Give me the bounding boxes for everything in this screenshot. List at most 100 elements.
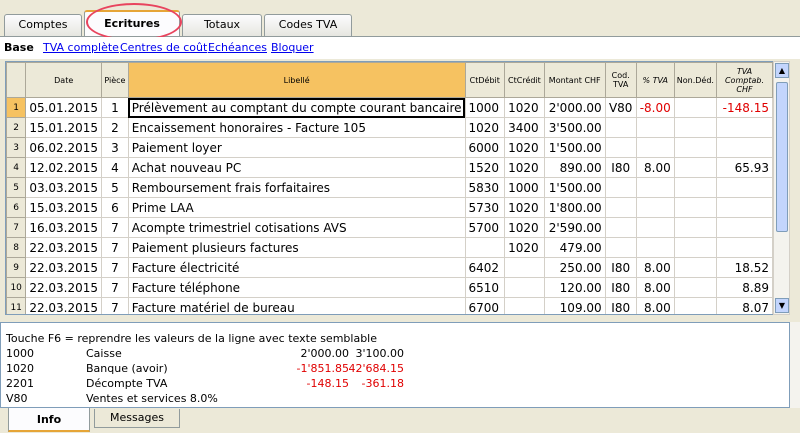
tab-codes-tva[interactable]: Codes TVA bbox=[264, 14, 352, 36]
cell-montant[interactable]: 890.00 bbox=[543, 157, 606, 178]
cell-date[interactable]: 22.03.2015 bbox=[25, 237, 103, 258]
cell-ctdebit[interactable]: 5700 bbox=[464, 217, 506, 238]
cell-non-ded[interactable] bbox=[673, 157, 717, 178]
cell-tva-comptab[interactable]: -148.15 bbox=[715, 97, 773, 118]
cell-pct-tva[interactable] bbox=[635, 217, 675, 238]
cell-montant[interactable]: 1'800.00 bbox=[543, 197, 606, 218]
cell-cod-tva[interactable] bbox=[604, 177, 637, 198]
cell-ctdebit[interactable]: 5830 bbox=[464, 177, 506, 198]
cell-ctdebit[interactable]: 1020 bbox=[464, 117, 506, 138]
cell-libelle[interactable]: Encaissement honoraires - Facture 105 bbox=[127, 117, 466, 138]
table-row[interactable]: 4 12.02.2015 4 Achat nouveau PC 1520 1020 890.… bbox=[6, 157, 773, 178]
view-tva-complete-link[interactable]: TVA complète bbox=[43, 41, 119, 54]
cell-pct-tva[interactable] bbox=[635, 237, 675, 258]
cell-non-ded[interactable] bbox=[673, 197, 717, 218]
cell-pct-tva[interactable] bbox=[635, 117, 675, 138]
tab-totaux[interactable]: Totaux bbox=[182, 14, 262, 36]
cell-ctcredit[interactable]: 1020 bbox=[504, 157, 545, 178]
cell-libelle[interactable]: Acompte trimestriel cotisations AVS bbox=[127, 217, 466, 238]
cell-tva-comptab[interactable] bbox=[715, 177, 773, 198]
cell-piece[interactable]: 5 bbox=[101, 177, 129, 198]
cell-date[interactable]: 12.02.2015 bbox=[25, 157, 103, 178]
cell-montant[interactable]: 2'000.00 bbox=[543, 97, 606, 118]
tab-comptes[interactable]: Comptes bbox=[4, 14, 82, 36]
col-header-non-ded[interactable]: Non.Déd. bbox=[673, 62, 717, 98]
cell-piece[interactable]: 7 bbox=[101, 217, 129, 238]
cell-ctdebit[interactable] bbox=[464, 237, 506, 258]
cell-date[interactable]: 15.01.2015 bbox=[25, 117, 103, 138]
cell-montant[interactable]: 479.00 bbox=[543, 237, 606, 258]
cell-date[interactable]: 05.01.2015 bbox=[25, 97, 103, 118]
cell-pct-tva[interactable]: 8.00 bbox=[635, 277, 675, 298]
cell-non-ded[interactable] bbox=[673, 117, 717, 138]
cell-ctdebit[interactable]: 1000 bbox=[464, 97, 506, 118]
col-header-piece[interactable]: Pièce bbox=[101, 62, 129, 98]
cell-date[interactable]: 15.03.2015 bbox=[25, 197, 103, 218]
cell-ctcredit[interactable] bbox=[504, 297, 545, 314]
cell-cod-tva[interactable] bbox=[604, 217, 637, 238]
cell-ctcredit[interactable]: 1020 bbox=[504, 237, 545, 258]
tab-info[interactable]: Info bbox=[8, 408, 90, 432]
cell-cod-tva[interactable] bbox=[604, 237, 637, 258]
cell-non-ded[interactable] bbox=[673, 277, 717, 298]
table-row[interactable]: 11 22.03.2015 7 Facture matériel de bureau 6… bbox=[6, 297, 773, 314]
cell-libelle[interactable]: Achat nouveau PC bbox=[127, 157, 466, 178]
cell-ctcredit[interactable]: 1000 bbox=[504, 177, 545, 198]
tab-ecritures[interactable]: Ecritures bbox=[84, 10, 180, 37]
cell-tva-comptab[interactable]: 8.07 bbox=[715, 297, 773, 314]
cell-piece[interactable]: 7 bbox=[101, 297, 129, 314]
cell-piece[interactable]: 4 bbox=[101, 157, 129, 178]
cell-pct-tva[interactable]: 8.00 bbox=[635, 157, 675, 178]
cell-piece[interactable]: 7 bbox=[101, 277, 129, 298]
col-header-libelle[interactable]: Libellé bbox=[127, 62, 466, 98]
col-header-cod-tva[interactable]: Cod. TVA bbox=[604, 62, 637, 98]
cell-montant[interactable]: 3'500.00 bbox=[543, 117, 606, 138]
cell-cod-tva[interactable] bbox=[604, 197, 637, 218]
cell-piece[interactable]: 7 bbox=[101, 257, 129, 278]
cell-libelle[interactable]: Paiement plusieurs factures bbox=[127, 237, 466, 258]
cell-libelle[interactable]: Prime LAA bbox=[127, 197, 466, 218]
cell-libelle[interactable]: Remboursement frais forfaitaires bbox=[127, 177, 466, 198]
cell-ctcredit[interactable]: 1020 bbox=[504, 197, 545, 218]
cell-non-ded[interactable] bbox=[673, 257, 717, 278]
col-header-tva-comptab[interactable]: TVA Comptab. CHF bbox=[715, 62, 773, 98]
cell-tva-comptab[interactable]: 8.89 bbox=[715, 277, 773, 298]
table-row[interactable]: 8 22.03.2015 7 Paiement plusieurs factures 1… bbox=[6, 237, 773, 258]
cell-ctdebit[interactable]: 6700 bbox=[464, 297, 506, 314]
cell-tva-comptab[interactable] bbox=[715, 237, 773, 258]
table-row[interactable]: 10 22.03.2015 7 Facture téléphone 6510 120.00… bbox=[6, 277, 773, 298]
cell-montant[interactable]: 2'590.00 bbox=[543, 217, 606, 238]
cell-date[interactable]: 03.03.2015 bbox=[25, 177, 103, 198]
cell-date[interactable]: 22.03.2015 bbox=[25, 297, 103, 314]
cell-montant[interactable]: 250.00 bbox=[543, 257, 606, 278]
cell-tva-comptab[interactable]: 18.52 bbox=[715, 257, 773, 278]
cell-tva-comptab[interactable] bbox=[715, 117, 773, 138]
table-row[interactable]: 5 03.03.2015 5 Remboursement frais forfaita… bbox=[6, 177, 773, 198]
cell-cod-tva[interactable] bbox=[604, 117, 637, 138]
cell-ctdebit[interactable]: 6510 bbox=[464, 277, 506, 298]
cell-montant[interactable]: 120.00 bbox=[543, 277, 606, 298]
cell-ctdebit[interactable]: 1520 bbox=[464, 157, 506, 178]
col-header-date[interactable]: Date bbox=[25, 62, 103, 98]
cell-ctcredit[interactable]: 3400 bbox=[504, 117, 545, 138]
cell-ctcredit[interactable] bbox=[504, 257, 545, 278]
cell-montant[interactable]: 1'500.00 bbox=[543, 177, 606, 198]
table-row[interactable]: 2 15.01.2015 2 Encaissement honoraires - Fa… bbox=[6, 117, 773, 138]
view-echeances-link[interactable]: Echéances bbox=[208, 41, 267, 54]
table-vertical-scrollbar[interactable]: ▲ ▼ bbox=[773, 61, 790, 315]
cell-montant[interactable]: 1'500.00 bbox=[543, 137, 606, 158]
cell-libelle[interactable]: Paiement loyer bbox=[127, 137, 466, 158]
info-scrollbar[interactable] bbox=[790, 322, 800, 408]
cell-tva-comptab[interactable] bbox=[715, 137, 773, 158]
col-header-montant[interactable]: Montant CHF bbox=[543, 62, 606, 98]
cell-piece[interactable]: 2 bbox=[101, 117, 129, 138]
view-bloquer-link[interactable]: Bloquer bbox=[271, 41, 314, 54]
cell-cod-tva[interactable] bbox=[604, 137, 637, 158]
cell-piece[interactable]: 1 bbox=[101, 97, 129, 118]
scroll-up-icon[interactable]: ▲ bbox=[775, 63, 789, 78]
table-row[interactable]: 3 06.02.2015 3 Paiement loyer 6000 1020 1'500.… bbox=[6, 137, 773, 158]
tab-messages[interactable]: Messages bbox=[94, 409, 180, 428]
view-base[interactable]: Base bbox=[4, 41, 34, 54]
cell-non-ded[interactable] bbox=[673, 177, 717, 198]
cell-libelle[interactable]: Facture électricité bbox=[127, 257, 466, 278]
